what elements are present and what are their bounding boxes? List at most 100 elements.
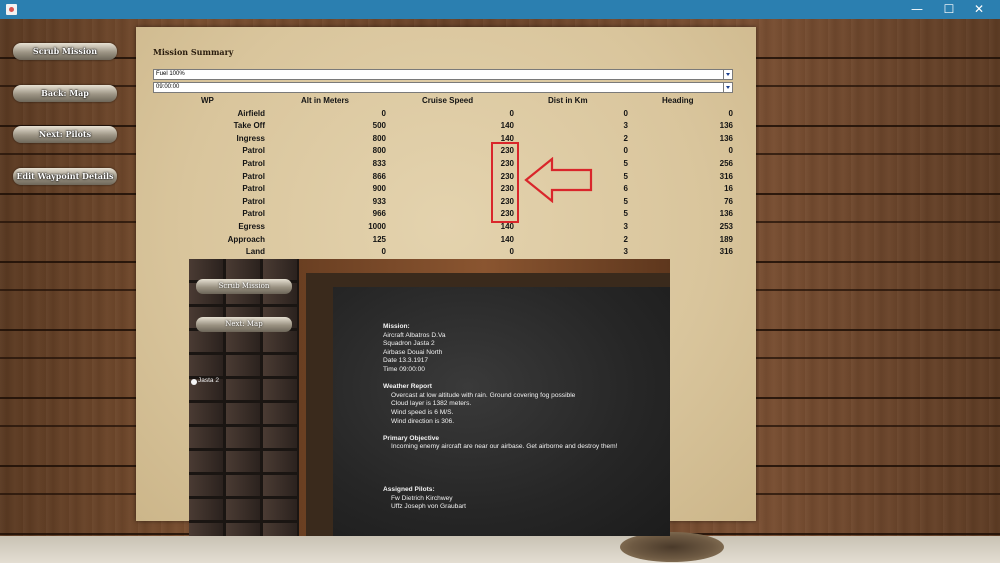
briefing-line (383, 461, 663, 470)
cell-alt: 800 (372, 146, 386, 156)
close-button[interactable]: ✕ (964, 1, 994, 18)
red-arrow-annotation (524, 157, 593, 203)
briefing-heading: Weather Report (383, 383, 432, 391)
cell-wp: Patrol (242, 184, 265, 194)
briefing-line: Time 09:00:00 (383, 365, 425, 373)
cell-wp: Egress (238, 221, 265, 231)
cell-distance: 0 (623, 146, 628, 156)
minimize-button[interactable]: — (902, 1, 932, 18)
cell-distance: 2 (623, 133, 628, 143)
table-row: Patrol 933 230 5 76 (136, 197, 756, 210)
ground-strip (0, 536, 1000, 563)
brick-wall (189, 259, 304, 536)
briefing-line (383, 452, 663, 461)
time-select[interactable]: 09:00:00 (153, 82, 733, 93)
fuel-select[interactable]: Fuel 100% (153, 69, 733, 80)
next-pilots-button[interactable]: Next: Pilots (13, 126, 117, 143)
briefing-next-map-button[interactable]: Next: Map (196, 317, 292, 332)
cell-heading: 136 (719, 121, 733, 131)
cell-heading: 316 (719, 247, 733, 257)
cell-alt: 866 (372, 171, 386, 181)
cell-speed: 140 (500, 234, 514, 244)
briefing-scrub-mission-button[interactable]: Scrub Mission (196, 279, 292, 294)
briefing-heading: Assigned Pilots: (383, 486, 435, 494)
table-row: Ingress 800 140 2 136 (136, 134, 756, 147)
time-select-value: 09:00:00 (156, 84, 180, 90)
briefing-line: Squadron Jasta 2 (383, 340, 435, 348)
briefing-line: Aircraft Albatros D.Va (383, 331, 446, 339)
cell-wp: Land (245, 247, 265, 257)
chevron-down-icon[interactable] (723, 83, 732, 92)
cell-heading: 253 (719, 221, 733, 231)
briefing-line: Incoming enemy aircraft are near our air… (391, 443, 618, 451)
cell-speed: 140 (500, 221, 514, 231)
squadron-radio[interactable] (191, 379, 197, 385)
column-header-wp: WP (201, 96, 214, 105)
briefing-line: Uffz Joseph von Graubart (391, 503, 467, 511)
tire-image (620, 532, 724, 562)
cell-alt: 933 (372, 196, 386, 206)
cell-alt: 125 (372, 234, 386, 244)
briefing-line (383, 426, 663, 435)
briefing-line: Cloud layer is 1382 meters. (391, 400, 472, 408)
table-row: Take Off 500 140 3 136 (136, 121, 756, 134)
cell-alt: 966 (372, 209, 386, 219)
briefing-line: Wind speed is 6 M/S. (391, 408, 454, 416)
briefing-heading: Mission: (383, 323, 410, 330)
cell-heading: 76 (724, 196, 733, 206)
briefing-line: Wind direction is 306. (391, 417, 455, 425)
cell-alt: 800 (372, 133, 386, 143)
scrub-mission-button[interactable]: Scrub Mission (13, 43, 117, 60)
column-header-speed: Cruise Speed (422, 96, 474, 105)
cell-wp: Take Off (233, 121, 265, 131)
app-icon (6, 4, 17, 15)
cell-alt: 833 (372, 158, 386, 168)
cell-heading: 189 (719, 234, 733, 244)
briefing-line (383, 478, 663, 487)
table-row: Patrol 800 230 0 0 (136, 146, 756, 159)
briefing-line: Date 13.3.1917 (383, 357, 429, 365)
briefing-line: Overcast at low altitude with rain. Grou… (391, 391, 576, 399)
cell-alt: 900 (372, 184, 386, 194)
briefing-heading: Primary Objective (383, 434, 440, 442)
cell-heading: 136 (719, 133, 733, 143)
cell-heading: 16 (724, 184, 733, 194)
cell-wp: Approach (227, 234, 265, 244)
table-row: Egress 1000 140 3 253 (136, 222, 756, 235)
cell-distance: 0 (623, 108, 628, 118)
maximize-button[interactable]: ☐ (934, 1, 964, 18)
squadron-radio-label: Jasta 2 (198, 377, 219, 384)
table-row: Land 0 0 3 316 (136, 247, 756, 260)
briefing-text: Mission: Aircraft Albatros D.Va Squadron J… (383, 323, 663, 512)
briefing-line: Fw Dietrich Kirchwey (391, 494, 453, 502)
column-header-alt: Alt in Meters (301, 96, 350, 105)
table-row: Patrol 900 230 6 16 (136, 184, 756, 197)
window-titlebar: — ☐ ✕ (0, 0, 1000, 19)
cell-alt: 1000 (368, 221, 386, 231)
cell-wp: Patrol (242, 158, 265, 168)
cell-distance: 3 (623, 221, 628, 231)
cell-alt: 0 (381, 247, 386, 257)
cell-distance: 3 (623, 121, 628, 131)
cell-heading: 0 (728, 108, 733, 118)
cell-speed: 140 (500, 121, 514, 131)
cell-distance: 5 (623, 209, 628, 219)
cell-wp: Patrol (242, 209, 265, 219)
column-header-distance: Dist in Km (548, 96, 588, 105)
cell-heading: 316 (719, 171, 733, 181)
edit-waypoint-details-button[interactable]: Edit Waypoint Details (13, 168, 117, 185)
cell-speed: 0 (509, 247, 514, 257)
briefing-line: Airbase Douai North (383, 348, 443, 356)
briefing-line (383, 375, 663, 384)
speed-highlight-box (491, 142, 519, 223)
page-title: Mission Summary (153, 47, 234, 57)
fuel-select-value: Fuel 100% (156, 71, 185, 77)
back-map-button[interactable]: Back: Map (13, 85, 117, 102)
table-row: Patrol 966 230 5 136 (136, 209, 756, 222)
chevron-down-icon[interactable] (723, 70, 732, 79)
cell-wp: Patrol (242, 196, 265, 206)
column-header-heading: Heading (662, 96, 694, 105)
table-row: Approach 125 140 2 189 (136, 235, 756, 248)
waypoint-table: WP Alt in Meters Cruise Speed Dist in Km… (136, 96, 756, 260)
cell-distance: 2 (623, 234, 628, 244)
